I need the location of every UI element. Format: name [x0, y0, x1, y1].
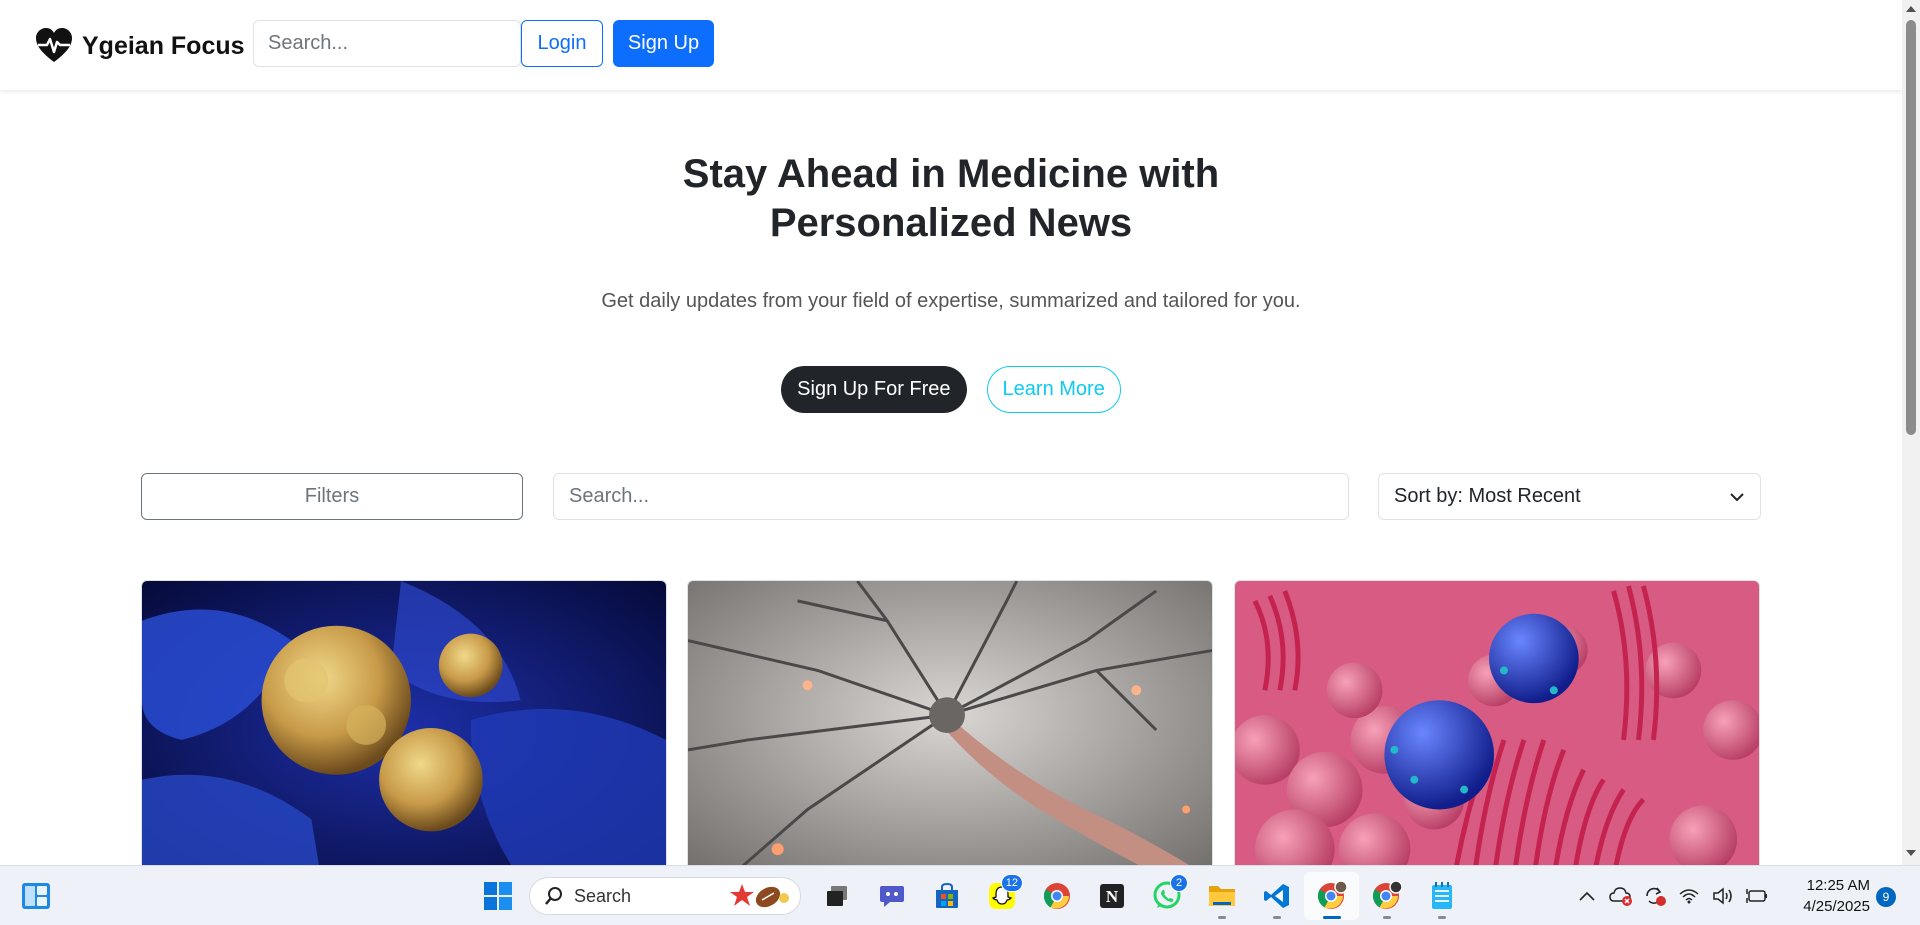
notepad-button[interactable] — [1414, 872, 1469, 920]
article-card[interactable] — [141, 580, 667, 865]
running-indicator — [1272, 916, 1281, 919]
navbar: Ygeian Focus Login Sign Up — [0, 0, 1902, 90]
sync-status[interactable] — [1638, 876, 1672, 916]
sync-error-icon — [1646, 887, 1666, 906]
signup-button[interactable]: Sign Up — [613, 20, 714, 67]
chrome-button[interactable] — [1029, 872, 1084, 920]
brand[interactable]: Ygeian Focus — [34, 26, 245, 66]
running-indicator-active — [1322, 916, 1341, 919]
filters-button[interactable]: Filters — [141, 473, 523, 520]
vscode-icon — [1263, 884, 1289, 908]
task-view-icon — [826, 886, 847, 906]
chevron-down-icon — [1730, 492, 1744, 501]
teams-chat-button[interactable] — [864, 872, 919, 920]
page-scrollbar[interactable] — [1902, 0, 1920, 865]
sort-select-value: Sort by: Most Recent — [1394, 485, 1581, 507]
battery-charging-icon — [1746, 889, 1767, 903]
speaker-icon — [1713, 887, 1732, 905]
snapchat-button[interactable]: 12 — [974, 872, 1029, 920]
taskbar-apps: Search 12 N 2 — [470, 872, 1469, 920]
chrome-profile-2-icon — [1372, 881, 1402, 909]
hero-actions: Sign Up For Free Learn More — [0, 366, 1902, 413]
football-highlight-icon — [730, 884, 789, 908]
onedrive-status[interactable] — [1604, 876, 1638, 916]
brand-name: Ygeian Focus — [82, 31, 245, 60]
intestinal-villi-image — [1235, 581, 1759, 865]
sort-select[interactable]: Sort by: Most Recent — [1378, 473, 1761, 520]
article-search-input[interactable] — [553, 473, 1349, 520]
cloud-error-icon — [1609, 887, 1632, 906]
taskbar-clock[interactable]: 12:25 AM 4/25/2025 — [1790, 875, 1870, 917]
cancer-cells-image — [142, 581, 666, 865]
wifi-status[interactable] — [1672, 876, 1706, 916]
chrome-profile-2-button[interactable] — [1359, 872, 1414, 920]
whatsapp-badge: 2 — [1170, 874, 1188, 892]
volume-status[interactable] — [1706, 876, 1740, 916]
taskbar-search-box[interactable]: Search — [529, 877, 801, 915]
whatsapp-button[interactable]: 2 — [1139, 872, 1194, 920]
teams-chat-icon — [879, 886, 904, 907]
wifi-icon — [1679, 889, 1699, 904]
task-view-button[interactable] — [809, 872, 864, 920]
hero-title: Stay Ahead in Medicine with Personalized… — [0, 150, 1902, 248]
heart-pulse-icon — [36, 28, 72, 62]
widgets-icon[interactable] — [20, 880, 52, 912]
notion-icon: N — [1099, 884, 1124, 908]
file-explorer-icon — [1208, 886, 1235, 906]
svg-text:N: N — [1105, 887, 1118, 906]
article-card[interactable] — [687, 580, 1213, 865]
show-hidden-icons-button[interactable] — [1570, 876, 1604, 916]
vscode-button[interactable] — [1249, 872, 1304, 920]
scroll-down-arrow-icon[interactable] — [1906, 850, 1916, 856]
notion-button[interactable]: N — [1084, 872, 1139, 920]
file-explorer-button[interactable] — [1194, 872, 1249, 920]
snapchat-badge: 12 — [1000, 874, 1023, 892]
system-tray — [1570, 866, 1774, 925]
taskbar-search-label: Search — [574, 885, 632, 906]
clock-time: 12:25 AM — [1806, 877, 1870, 894]
hero-subtitle: Get daily updates from your field of exp… — [601, 290, 1301, 312]
microsoft-store-button[interactable] — [919, 872, 974, 920]
signup-free-button[interactable]: Sign Up For Free — [781, 366, 967, 413]
notification-badge[interactable]: 9 — [1876, 887, 1896, 907]
running-indicator — [1217, 916, 1226, 919]
battery-status[interactable] — [1740, 876, 1774, 916]
taskbar: Search 12 N 2 12:25 AM 4/25/2025 9 — [0, 865, 1920, 925]
chrome-profile-icon — [1317, 881, 1347, 909]
hero-title-line2: Personalized News — [769, 201, 1133, 245]
chevron-up-icon — [1579, 891, 1595, 901]
scroll-up-arrow-icon[interactable] — [1906, 6, 1916, 12]
article-card[interactable] — [1234, 580, 1760, 865]
browser-viewport: Ygeian Focus Login Sign Up Stay Ahead in… — [0, 0, 1920, 865]
running-indicator — [1382, 916, 1391, 919]
search-icon — [545, 887, 562, 905]
hero-title-line1: Stay Ahead in Medicine with — [682, 152, 1220, 196]
neuron-image — [688, 581, 1212, 865]
clock-date: 4/25/2025 — [1803, 898, 1870, 915]
scrollbar-thumb[interactable] — [1906, 20, 1916, 435]
windows-start-button[interactable] — [470, 872, 525, 920]
chrome-profile-button[interactable] — [1304, 872, 1359, 920]
notepad-icon — [1431, 882, 1452, 909]
chrome-icon — [1043, 883, 1070, 909]
running-indicator — [1437, 916, 1446, 919]
login-button[interactable]: Login — [521, 20, 603, 67]
windows-start-icon — [483, 882, 512, 910]
learn-more-button[interactable]: Learn More — [986, 366, 1121, 413]
nav-search-input[interactable] — [253, 20, 521, 67]
microsoft-store-icon — [935, 882, 958, 908]
